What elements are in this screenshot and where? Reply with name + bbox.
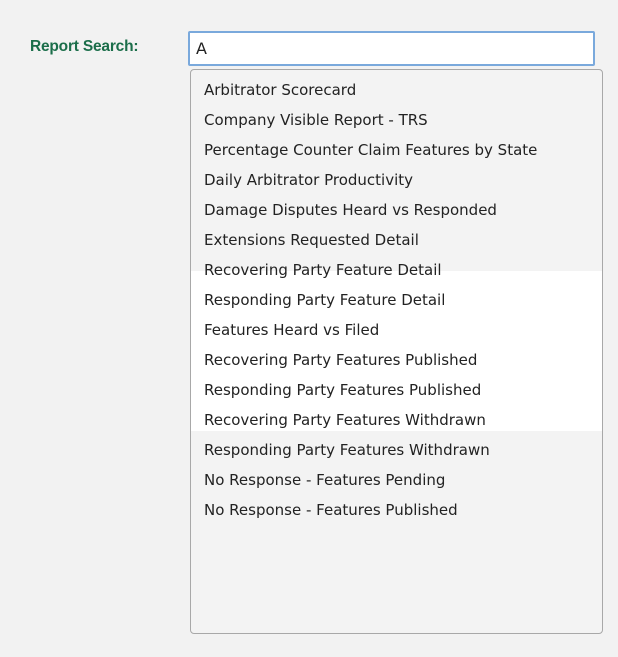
suggestion-item[interactable]: Company Visible Report - TRS xyxy=(191,105,602,135)
suggestion-item[interactable]: Extensions Requested Detail xyxy=(191,225,602,255)
suggestion-item[interactable]: Percentage Counter Claim Features by Sta… xyxy=(191,135,602,165)
suggestion-item[interactable]: No Response - Features Pending xyxy=(191,465,602,495)
suggestion-item[interactable]: Recovering Party Feature Detail xyxy=(191,255,602,285)
report-suggestions-dropdown: Arbitrator Scorecard Company Visible Rep… xyxy=(190,69,603,634)
suggestion-item[interactable]: Recovering Party Features Withdrawn xyxy=(191,405,602,435)
report-search-input[interactable] xyxy=(188,31,595,66)
suggestion-item[interactable]: Arbitrator Scorecard xyxy=(191,75,602,105)
suggestion-item[interactable]: Responding Party Feature Detail xyxy=(191,285,602,315)
suggestion-item[interactable]: Damage Disputes Heard vs Responded xyxy=(191,195,602,225)
suggestion-item[interactable]: Features Heard vs Filed xyxy=(191,315,602,345)
suggestion-item[interactable]: Daily Arbitrator Productivity xyxy=(191,165,602,195)
report-search-label: Report Search: xyxy=(30,38,139,55)
suggestion-item[interactable]: Responding Party Features Withdrawn xyxy=(191,435,602,465)
suggestion-item[interactable]: No Response - Features Published xyxy=(191,495,602,525)
suggestion-item[interactable]: Recovering Party Features Published xyxy=(191,345,602,375)
suggestion-item[interactable]: Responding Party Features Published xyxy=(191,375,602,405)
